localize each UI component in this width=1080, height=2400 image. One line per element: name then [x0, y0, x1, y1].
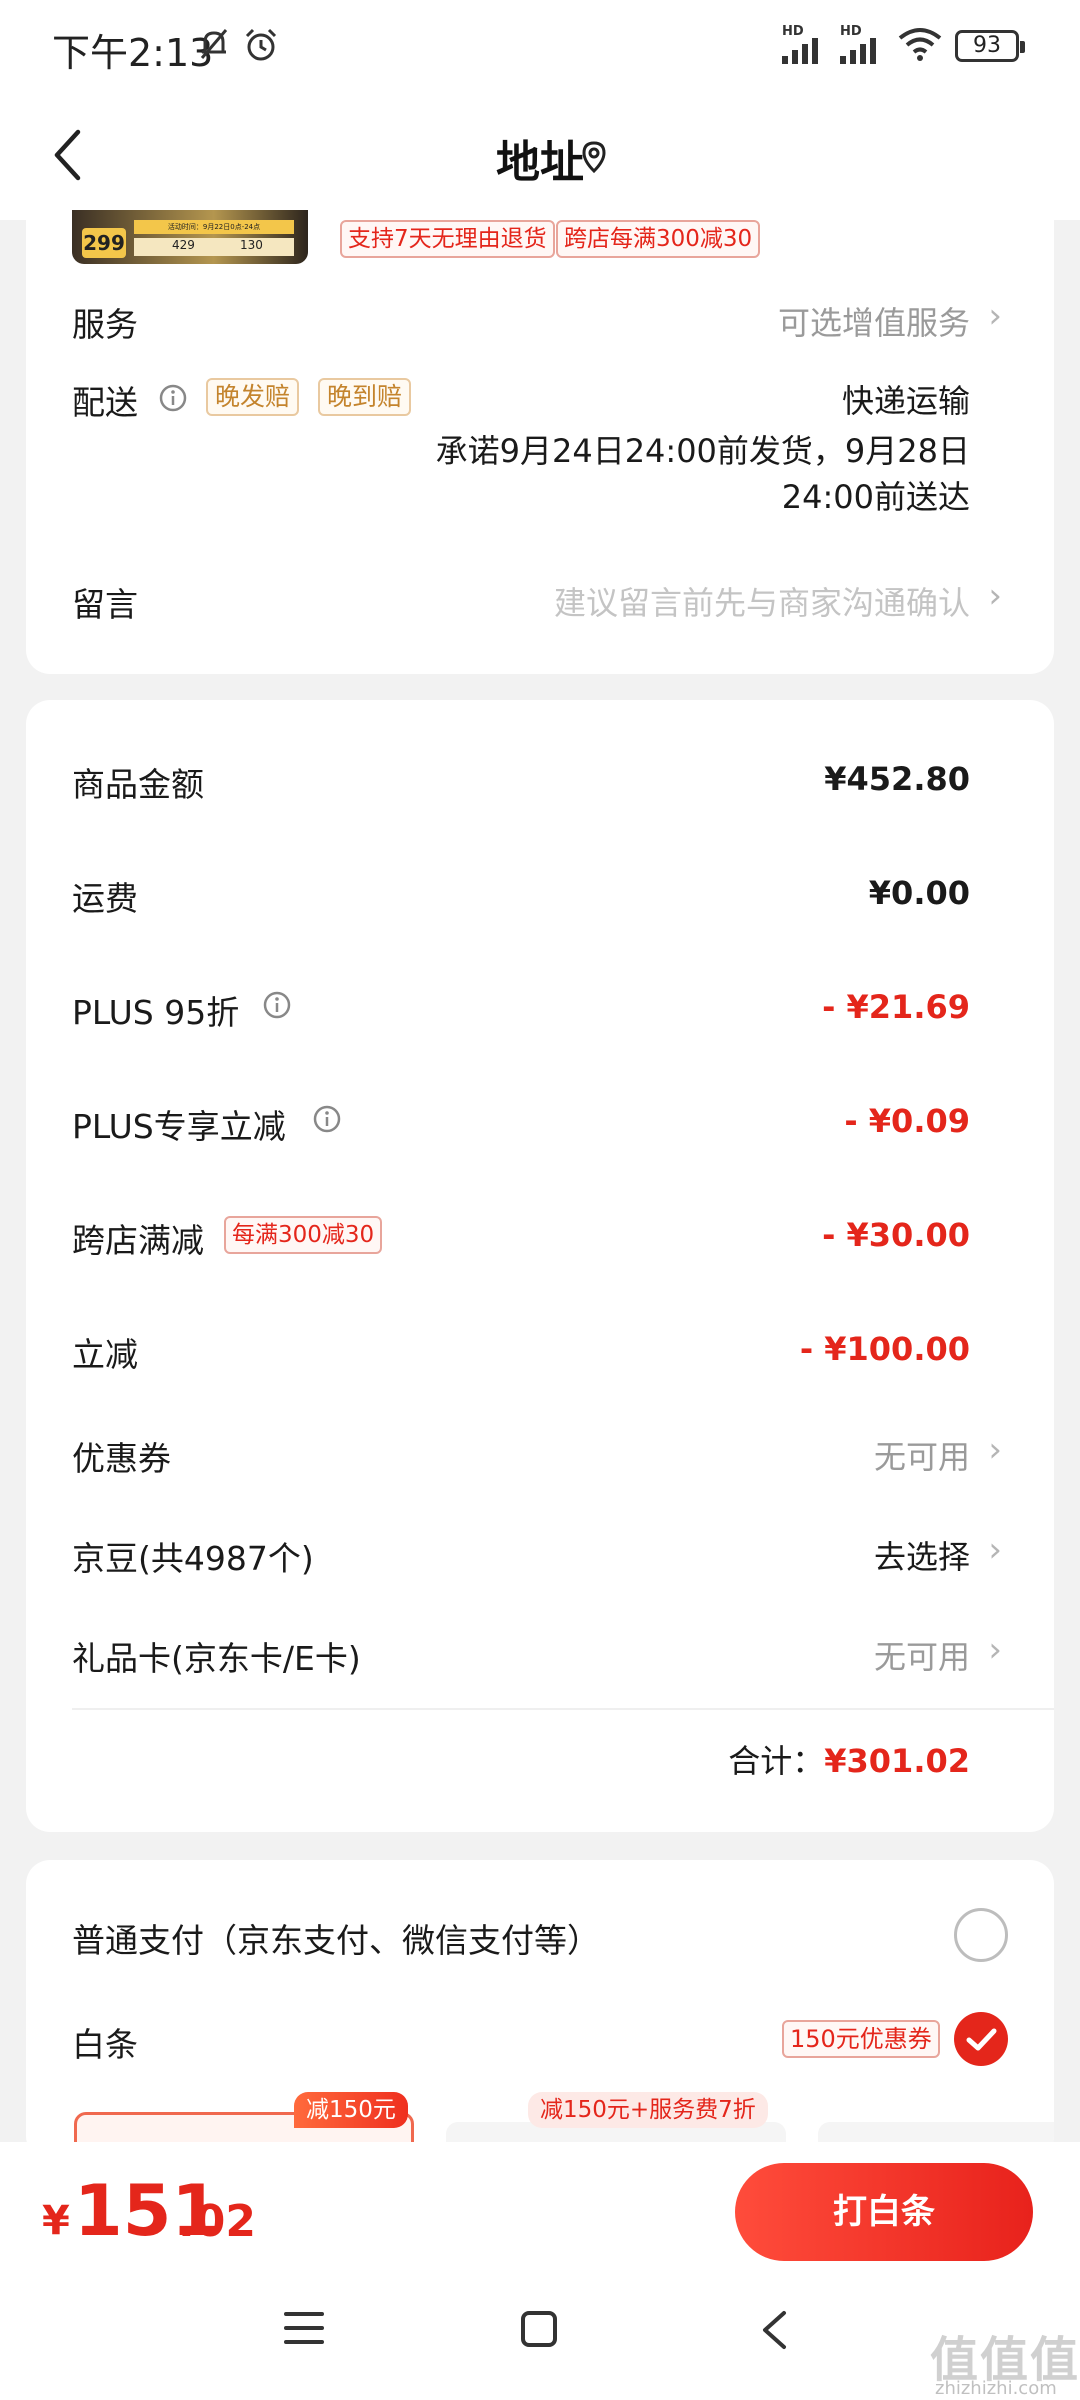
installment-badge-2: 减150元+服务费7折 [528, 2092, 768, 2128]
status-bar: 下午2:13 HD HD 93 [0, 0, 1080, 90]
cell-signal-icon [840, 38, 876, 64]
back-icon[interactable] [760, 2310, 788, 2350]
chevron-right-icon: › [988, 1530, 1002, 1570]
pay-baitiao-button[interactable]: 打白条 [735, 2163, 1033, 2261]
normal-payment-row[interactable]: 普通支付（京东支付、微信支付等） [26, 1896, 1054, 1976]
chevron-right-icon: › [988, 1630, 1002, 1670]
check-icon [966, 2028, 997, 2051]
delivery-method[interactable]: 快递运输 [842, 376, 970, 422]
divider [72, 1708, 1054, 1710]
giftcard-row[interactable]: 礼品卡(京东卡/E卡) 无可用 › [26, 1610, 1054, 1694]
plus95-value: - ¥21.69 [822, 988, 970, 1026]
cross-store-value: - ¥30.00 [822, 1216, 970, 1254]
baitiao-payment-row[interactable]: 白条 150元优惠券 [26, 2000, 1054, 2080]
total-row: 合计： ¥301.02 [728, 1736, 970, 1782]
status-time: 下午2:13 [52, 31, 214, 75]
jingdou-row[interactable]: 京豆(共4987个) 去选择 › [26, 1510, 1054, 1594]
chevron-right-icon: › [988, 1430, 1002, 1470]
plus-exclusive-label: PLUS专享立减 [72, 1107, 286, 1146]
payment-card: 普通支付（京东支付、微信支付等） 白条 150元优惠券 不分期 减150元 减1… [26, 1860, 1054, 2160]
delivery-promise-line1: 承诺9月24日24:00前发货，9月28日 [435, 432, 970, 470]
delivery-label: 配送 [72, 383, 138, 422]
chevron-right-icon: › [988, 296, 1002, 336]
cross-store-label: 跨店满减 [72, 1221, 204, 1260]
wifi-icon [898, 28, 942, 61]
chevron-right-icon: › [988, 576, 1002, 616]
coupon-row[interactable]: 优惠券 无可用 › [26, 1410, 1054, 1494]
pay-price-symbol: ¥ [42, 2198, 70, 2244]
total-label: 合计： [728, 1742, 825, 1780]
tag-cross-store: 跨店每满300减30 [556, 220, 761, 258]
giftcard-label: 礼品卡(京东卡/E卡) [72, 1639, 361, 1678]
normal-payment-radio[interactable] [954, 1908, 1008, 1962]
message-row[interactable]: 留言 建议留言前先与商家沟通确认 › [26, 562, 1054, 638]
plus-exclusive-value: - ¥0.09 [844, 1102, 970, 1140]
installment-badge-1: 减150元 [294, 2092, 408, 2128]
plus95-label: PLUS 95折 [72, 993, 240, 1032]
delivery-promise-line2: 24:00前送达 [781, 478, 970, 516]
amount-summary-card: 商品金额 ¥452.80 运费 ¥0.00 PLUS 95折 - ¥21.69 … [26, 700, 1054, 1832]
service-value: 可选增值服务 [777, 304, 970, 342]
tag-7day-return: 支持7天无理由退货 [340, 220, 555, 258]
product-thumbnail[interactable]: 299 活动时间：9月22日0点-24点 429 130 [72, 210, 308, 264]
pay-price-decimal: .02 [178, 2196, 256, 2247]
cell-signal-icon [782, 38, 818, 64]
banner-price: 299 [82, 228, 126, 258]
banner-sub1: 429 [172, 238, 195, 252]
baitiao-label: 白条 [72, 2025, 138, 2064]
info-icon[interactable] [158, 383, 188, 413]
info-icon[interactable] [262, 990, 292, 1020]
shipping-label: 运费 [72, 879, 138, 918]
location-pin-icon[interactable] [580, 140, 608, 174]
message-label: 留言 [72, 585, 138, 624]
tag-late-ship: 晚发赔 [206, 378, 300, 416]
watermark-domain: zhizhizhi.com [935, 2378, 1057, 2399]
normal-payment-label: 普通支付（京东支付、微信支付等） [72, 1921, 600, 1960]
banner-event-time: 活动时间：9月22日0点-24点 [134, 220, 294, 234]
instant-discount-value: - ¥100.00 [799, 1330, 970, 1368]
home-icon[interactable] [520, 2310, 558, 2348]
shipping-value: ¥0.00 [868, 874, 970, 912]
jingdou-label: 京豆(共4987个) [72, 1539, 314, 1578]
service-label: 服务 [72, 305, 138, 344]
jingdou-value: 去选择 [873, 1538, 970, 1576]
goods-amount-value: ¥452.80 [824, 760, 970, 798]
menu-icon[interactable] [284, 2310, 324, 2346]
order-info-card: 299 活动时间：9月22日0点-24点 429 130 支持7天无理由退货 跨… [26, 200, 1054, 674]
info-icon[interactable] [312, 1104, 342, 1134]
giftcard-value: 无可用 [873, 1638, 970, 1676]
baitiao-radio-checked[interactable] [954, 2012, 1008, 2066]
goods-amount-label: 商品金额 [72, 765, 204, 804]
banner-sub2: 130 [240, 238, 263, 252]
alarm-clock-icon [245, 28, 277, 61]
message-input[interactable]: 建议留言前先与商家沟通确认 [554, 578, 970, 624]
coupon-label: 优惠券 [72, 1439, 171, 1478]
service-row[interactable]: 服务 可选增值服务 › [26, 284, 1054, 354]
total-value: ¥301.02 [824, 1742, 970, 1780]
tag-late-arrive: 晚到赔 [318, 378, 412, 416]
baitiao-coupon-tag: 150元优惠券 [782, 2020, 940, 2058]
coupon-value: 无可用 [873, 1438, 970, 1476]
battery-indicator: 93 [955, 30, 1025, 62]
cross-store-tag: 每满300减30 [224, 1216, 383, 1254]
mute-bell-icon [200, 29, 228, 59]
instant-discount-label: 立减 [72, 1335, 138, 1374]
page-title: 地址 [496, 137, 584, 188]
